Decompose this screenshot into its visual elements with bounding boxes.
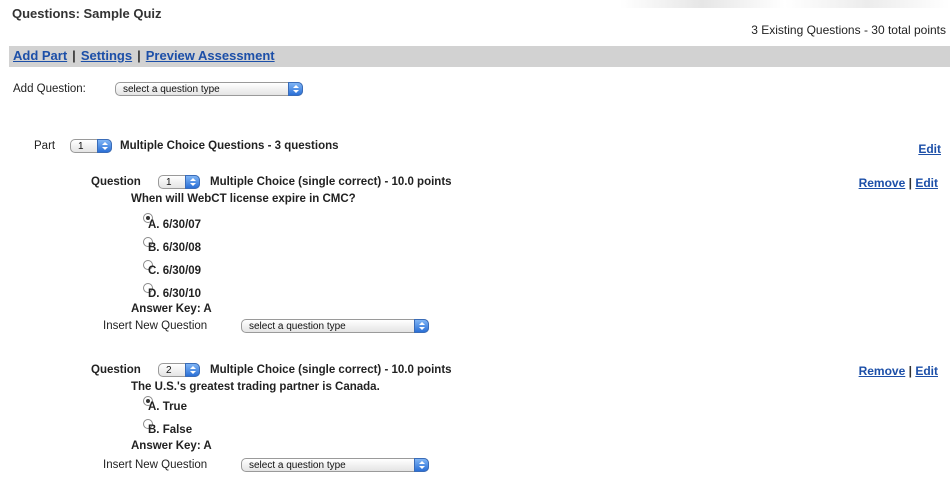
select-value: select a question type	[249, 321, 346, 332]
question-number-select[interactable]: 2	[158, 363, 200, 377]
remove-question-link[interactable]: Remove	[859, 364, 906, 378]
nav-links: Add Part | Settings | Preview Assessment	[13, 48, 275, 63]
edit-question-link[interactable]: Edit	[915, 176, 938, 190]
page-title: Questions: Sample Quiz	[12, 6, 162, 21]
part-actions: Edit	[918, 140, 941, 158]
insert-question-label: Insert New Question	[103, 459, 208, 471]
actions-separator: |	[908, 176, 912, 190]
insert-question-select[interactable]: select a question type	[241, 458, 429, 472]
part-label: Part	[34, 140, 56, 152]
option-label: D. 6/30/10	[148, 288, 202, 300]
nav-separator: |	[72, 48, 76, 63]
edit-part-link[interactable]: Edit	[918, 142, 941, 156]
question-title: Multiple Choice (single correct) - 10.0 …	[210, 176, 452, 188]
select-arrows-icon	[185, 175, 200, 189]
answer-key: Answer Key: A	[131, 440, 212, 452]
actions-separator: |	[908, 364, 912, 378]
option-label: B. 6/30/08	[148, 242, 202, 254]
header-decoration	[620, 0, 950, 8]
question-prompt: When will WebCT license expire in CMC?	[131, 193, 356, 205]
question-actions: Remove | Edit	[859, 364, 938, 378]
select-value: 1	[166, 177, 172, 188]
answer-key: Answer Key: A	[131, 303, 212, 315]
insert-question-select[interactable]: select a question type	[241, 319, 429, 333]
select-value: select a question type	[249, 460, 346, 471]
add-part-link[interactable]: Add Part	[13, 48, 67, 63]
questions-summary: 3 Existing Questions - 30 total points	[751, 23, 946, 37]
question-title: Multiple Choice (single correct) - 10.0 …	[210, 364, 452, 376]
question-actions: Remove | Edit	[859, 176, 938, 190]
select-arrows-icon	[185, 363, 200, 377]
select-value: 1	[78, 141, 84, 152]
question-label: Question	[91, 176, 141, 188]
select-arrows-icon	[414, 319, 429, 333]
select-arrows-icon	[414, 458, 429, 472]
edit-question-link[interactable]: Edit	[915, 364, 938, 378]
option-label: C. 6/30/09	[148, 265, 202, 277]
part-title: Multiple Choice Questions - 3 questions	[120, 140, 339, 152]
question-label: Question	[91, 364, 141, 376]
settings-link[interactable]: Settings	[81, 48, 132, 63]
part-number-select[interactable]: 1	[70, 139, 112, 153]
question-prompt: The U.S.'s greatest trading partner is C…	[131, 381, 380, 393]
select-arrows-icon	[288, 82, 303, 96]
select-value: select a question type	[123, 84, 220, 95]
add-question-select[interactable]: select a question type	[115, 82, 303, 96]
question-number-select[interactable]: 1	[158, 175, 200, 189]
select-value: 2	[166, 365, 172, 376]
option-label: B. False	[148, 424, 193, 436]
option-label: A. 6/30/07	[148, 219, 202, 231]
select-arrows-icon	[97, 139, 112, 153]
nav-separator: |	[137, 48, 141, 63]
option-label: A. True	[148, 401, 187, 413]
insert-question-label: Insert New Question	[103, 320, 208, 332]
remove-question-link[interactable]: Remove	[859, 176, 906, 190]
add-question-label: Add Question:	[13, 83, 86, 95]
preview-assessment-link[interactable]: Preview Assessment	[146, 48, 275, 63]
